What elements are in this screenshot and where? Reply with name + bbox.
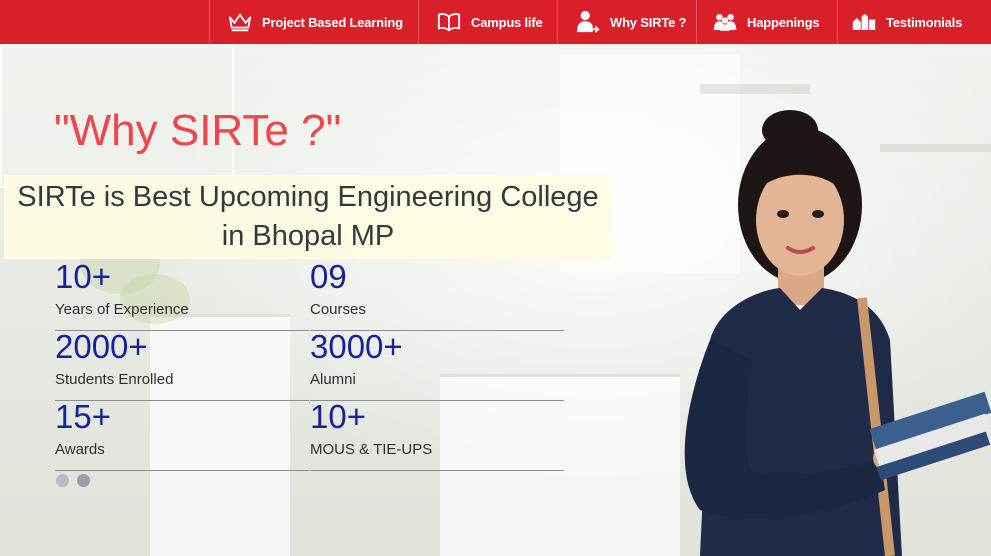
stat-value: 10+ (310, 398, 366, 435)
tagline-line-2: in Bhopal MP (221, 220, 395, 252)
carousel-dot[interactable] (56, 474, 69, 487)
people-group-icon (713, 10, 737, 34)
stat-courses: 09 Courses (310, 260, 564, 331)
nav-item-happenings[interactable]: Happenings (696, 0, 837, 44)
nav-label: Happenings (747, 14, 820, 30)
stat-value: 3000+ (310, 328, 403, 365)
stat-alumni: 3000+ Alumni (310, 330, 564, 401)
student-photo (684, 110, 991, 556)
stat-years-experience: 10+ Years of Experience (55, 260, 309, 331)
nav-item-testimonials[interactable]: Testimonials (837, 0, 991, 44)
stat-label: Awards (55, 441, 105, 458)
backdrop-shelf (700, 84, 810, 94)
tagline-line-1: SIRTe is Best Upcoming Engineering Colle… (17, 181, 599, 213)
stat-label: MOUS & TIE-UPS (310, 441, 433, 458)
stat-label: Students Enrolled (55, 371, 174, 388)
nav-label: Testimonials (886, 14, 963, 30)
page-title: "Why SIRTe ?" (54, 106, 342, 155)
tagline-banner: SIRTe is Best Upcoming Engineering Colle… (4, 175, 612, 259)
stat-value: 09 (310, 258, 347, 295)
buildings-icon (852, 10, 876, 34)
nav-label: Why SIRTe ? (610, 14, 687, 30)
nav-label: Campus life (471, 14, 543, 30)
stat-value: 15+ (55, 398, 111, 435)
stat-students-enrolled: 2000+ Students Enrolled (55, 330, 309, 401)
nav-label: Project Based Learning (262, 14, 403, 30)
stat-value: 10+ (55, 258, 111, 295)
stat-label: Courses (310, 301, 366, 318)
top-navigation: Project Based Learning Campus life Why S… (0, 0, 991, 44)
carousel-pagination (56, 474, 90, 487)
open-book-icon (437, 10, 461, 34)
stat-label: Alumni (310, 371, 356, 388)
nav-item-campus-life[interactable]: Campus life (418, 0, 557, 44)
stat-mous-tieups: 10+ MOUS & TIE-UPS (310, 400, 564, 471)
stat-label: Years of Experience (55, 301, 189, 318)
nav-item-why-sirte[interactable]: Why SIRTe ? (557, 0, 696, 44)
stat-value: 2000+ (55, 328, 148, 365)
crown-icon (228, 10, 252, 34)
nav-item-project-based-learning[interactable]: Project Based Learning (209, 0, 418, 44)
carousel-dot[interactable] (77, 474, 90, 487)
person-arrow-icon (576, 10, 600, 34)
stat-awards: 15+ Awards (55, 400, 309, 471)
